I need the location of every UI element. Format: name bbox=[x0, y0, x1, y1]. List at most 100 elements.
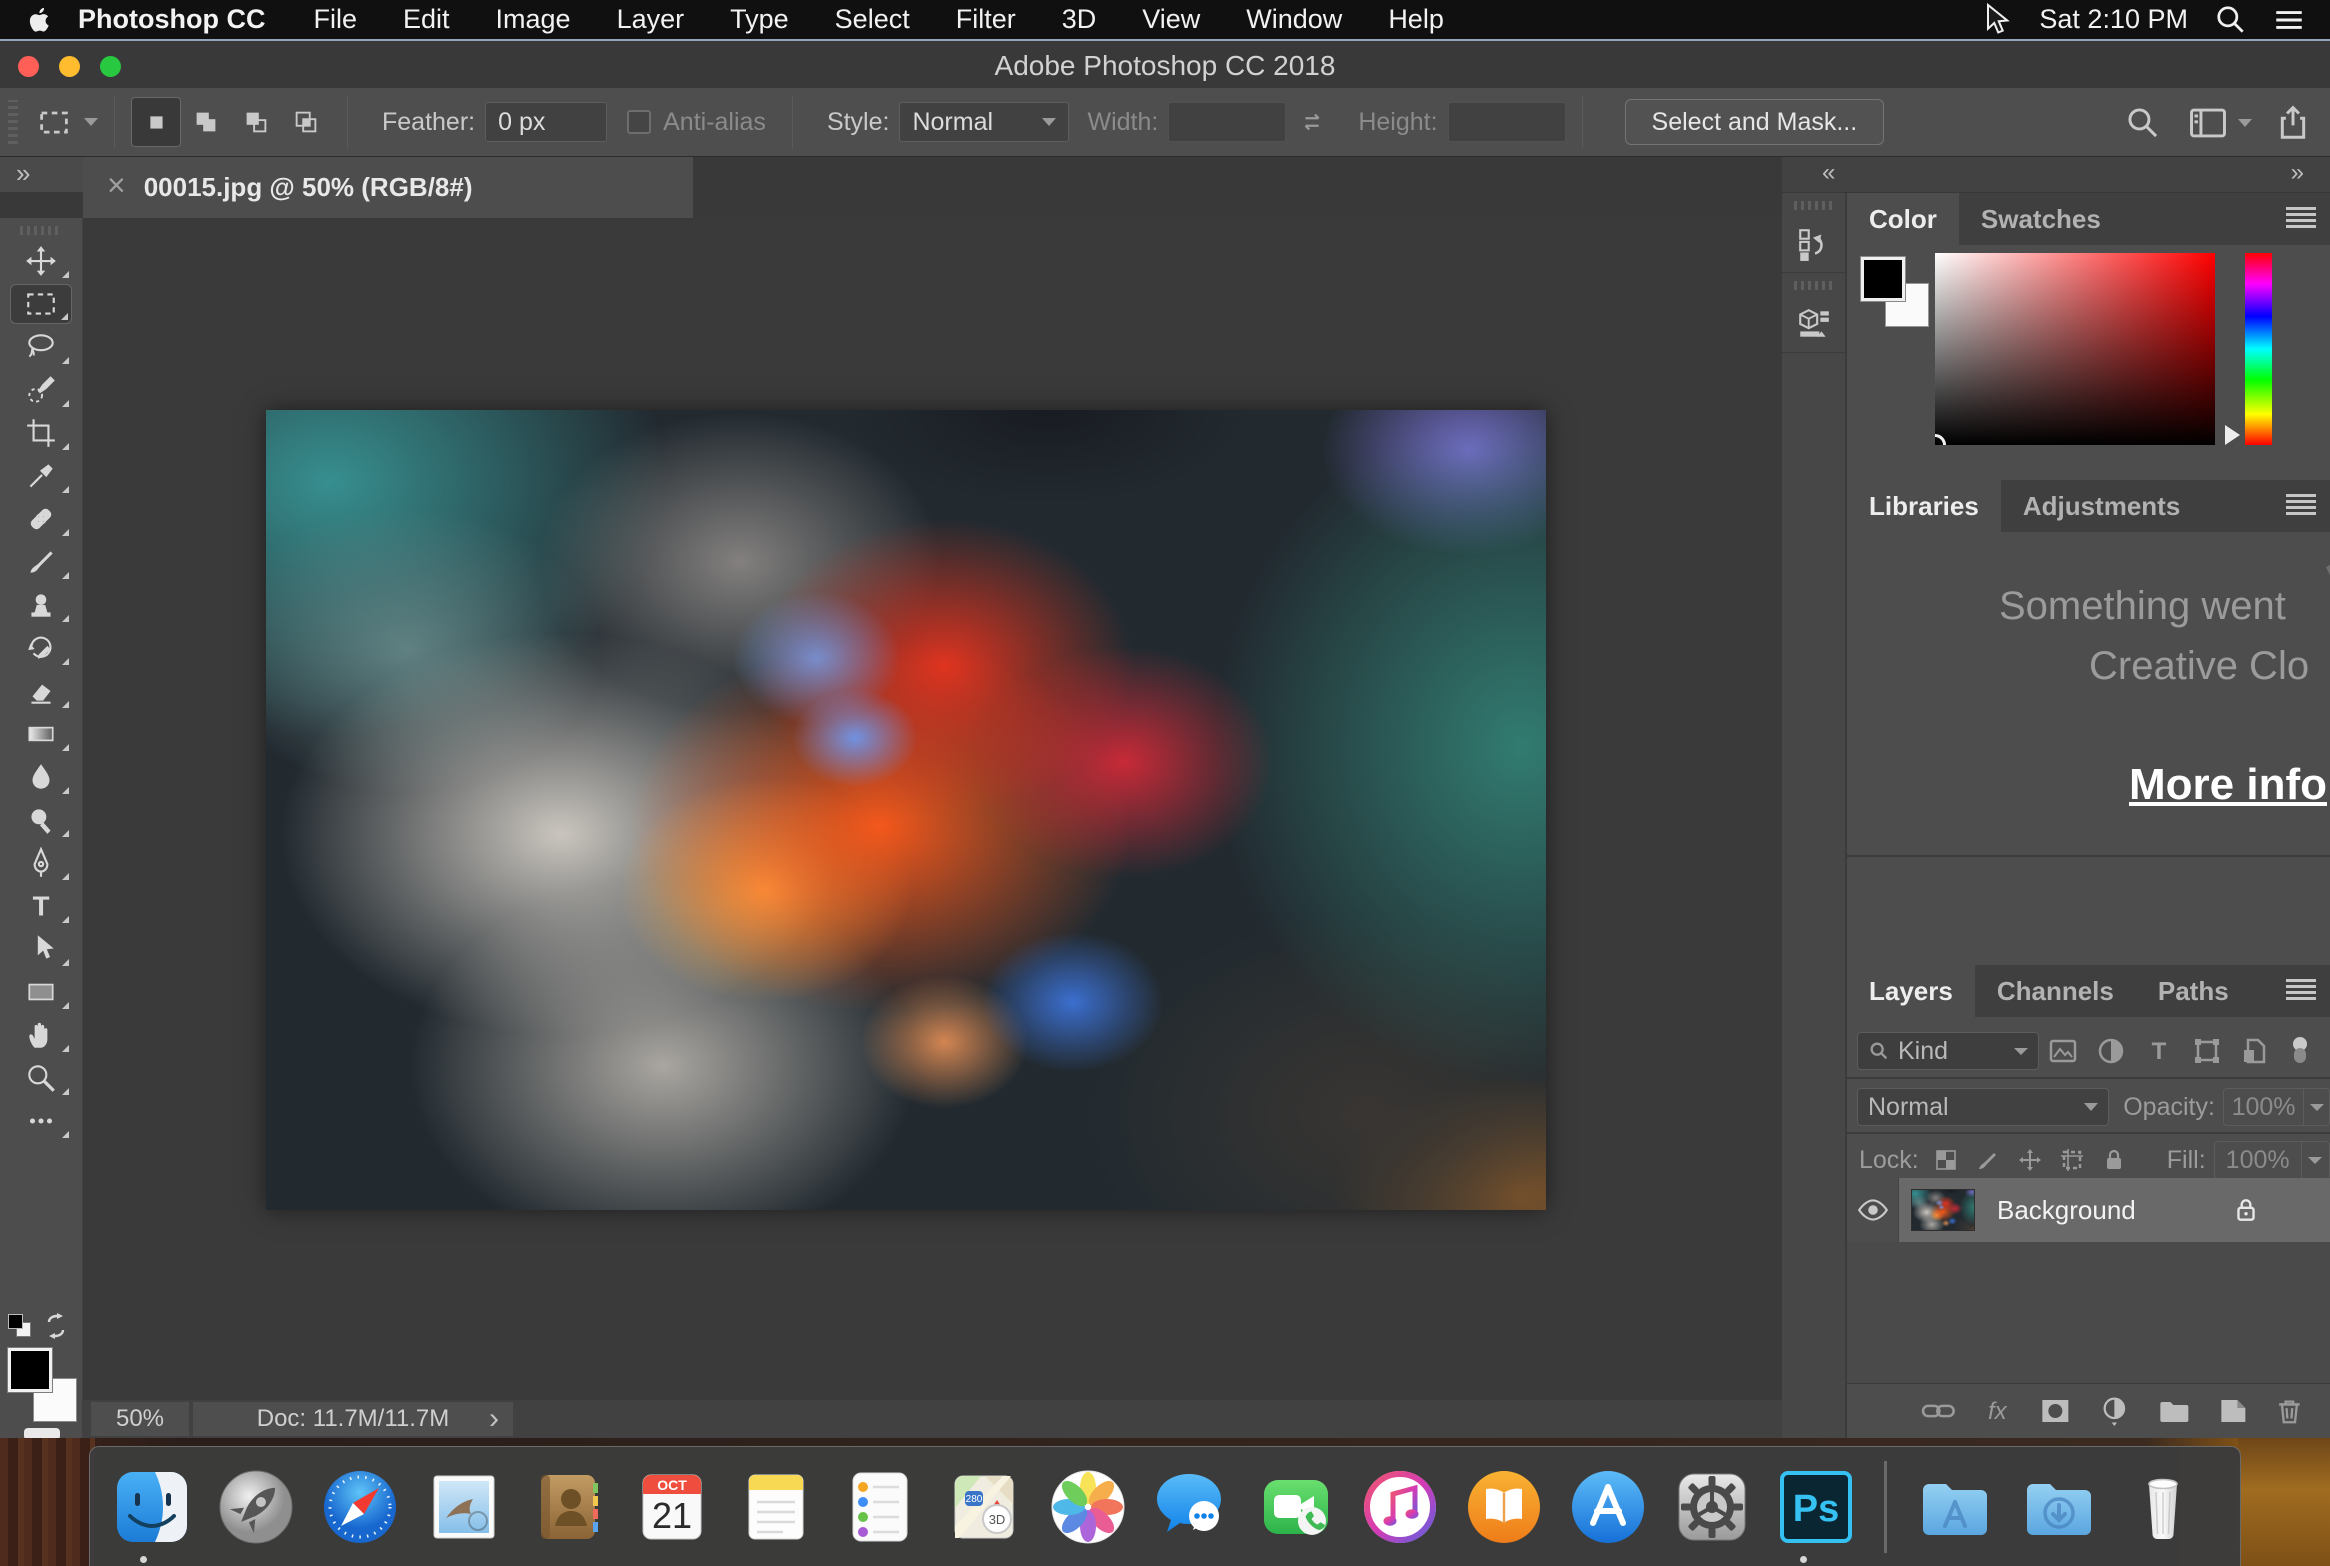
new-layer-icon[interactable] bbox=[2215, 1396, 2250, 1426]
menu-item-help[interactable]: Help bbox=[1365, 4, 1467, 35]
filter-smart-objects-icon[interactable] bbox=[2240, 1036, 2270, 1066]
edit-toolbar-button[interactable] bbox=[10, 1101, 72, 1141]
filter-pixel-layers-icon[interactable] bbox=[2048, 1036, 2078, 1066]
tab-libraries[interactable]: Libraries bbox=[1847, 480, 2001, 532]
spotlight-search-icon[interactable] bbox=[2214, 3, 2248, 37]
selection-mode-new-button[interactable] bbox=[131, 97, 181, 147]
dock-finder-icon[interactable] bbox=[109, 1464, 195, 1550]
swap-width-height-icon[interactable] bbox=[1298, 107, 1328, 137]
menu-item-3d[interactable]: 3D bbox=[1039, 4, 1120, 35]
dock-notes-icon[interactable] bbox=[733, 1464, 819, 1550]
lock-artboard-icon[interactable] bbox=[2059, 1147, 2085, 1173]
default-colors-widget[interactable] bbox=[6, 1312, 76, 1342]
dock-contacts-icon[interactable] bbox=[525, 1464, 611, 1550]
pen-tool[interactable] bbox=[10, 843, 72, 883]
selection-mode-subtract-button[interactable] bbox=[231, 97, 281, 147]
fill-value[interactable]: 100% bbox=[2213, 1141, 2302, 1179]
type-tool[interactable]: T bbox=[10, 886, 72, 926]
tab-channels[interactable]: Channels bbox=[1975, 965, 2136, 1017]
menu-item-view[interactable]: View bbox=[1119, 4, 1223, 35]
add-layer-mask-icon[interactable] bbox=[2038, 1396, 2073, 1426]
lasso-tool[interactable] bbox=[10, 327, 72, 367]
dock-launchpad-icon[interactable] bbox=[213, 1464, 299, 1550]
dock-books-icon[interactable] bbox=[1461, 1464, 1547, 1550]
layer-locked-icon[interactable] bbox=[2232, 1196, 2260, 1224]
new-adjustment-layer-icon[interactable] bbox=[2097, 1396, 2132, 1426]
dock-mail-icon[interactable] bbox=[421, 1464, 507, 1550]
libraries-panel-menu-icon[interactable] bbox=[2286, 494, 2316, 518]
color-panel-fg-bg[interactable] bbox=[1857, 255, 1947, 345]
tab-swatches[interactable]: Swatches bbox=[1959, 193, 2123, 245]
color-selector-ring[interactable] bbox=[1935, 434, 1946, 445]
lock-pixels-icon[interactable] bbox=[1975, 1147, 2001, 1173]
collapse-strip-button[interactable]: « bbox=[1822, 159, 1835, 187]
link-layers-icon[interactable] bbox=[1921, 1396, 1956, 1426]
doc-size-status[interactable]: Doc: 11.7M/11.7M › bbox=[193, 1402, 513, 1436]
dock-maps-icon[interactable]: 280 3D bbox=[941, 1464, 1027, 1550]
toolbar-expand-button[interactable]: » bbox=[0, 157, 83, 192]
dock-reminders-icon[interactable] bbox=[837, 1464, 923, 1550]
document-image[interactable] bbox=[266, 410, 1546, 1210]
tool-preset-picker[interactable] bbox=[36, 104, 98, 140]
lock-transparency-icon[interactable] bbox=[1933, 1147, 1959, 1173]
history-panel-button[interactable] bbox=[1782, 216, 1846, 272]
blend-mode-select[interactable]: Normal bbox=[1857, 1088, 2110, 1126]
toolbar-grip[interactable] bbox=[20, 226, 62, 235]
dock-system-preferences-icon[interactable] bbox=[1669, 1464, 1755, 1550]
lock-all-icon[interactable] bbox=[2101, 1147, 2127, 1173]
menu-item-filter[interactable]: Filter bbox=[933, 4, 1039, 35]
close-document-icon[interactable]: × bbox=[107, 167, 126, 204]
tab-color[interactable]: Color bbox=[1847, 193, 1959, 245]
options-grip[interactable] bbox=[8, 100, 18, 144]
dock-trash-icon[interactable] bbox=[2120, 1464, 2206, 1550]
menu-item-window[interactable]: Window bbox=[1223, 4, 1365, 35]
dock-facetime-icon[interactable] bbox=[1253, 1464, 1339, 1550]
menu-clock[interactable]: Sat 2:10 PM bbox=[2025, 4, 2202, 35]
hue-slider-icon[interactable] bbox=[2225, 425, 2240, 445]
menu-item-file[interactable]: File bbox=[290, 4, 380, 35]
dock-downloads-folder-icon[interactable] bbox=[2016, 1464, 2102, 1550]
layer-row-background[interactable]: Background bbox=[1847, 1178, 2330, 1242]
tab-paths[interactable]: Paths bbox=[2136, 965, 2251, 1017]
window-title-bar[interactable]: Adobe Photoshop CC 2018 bbox=[0, 39, 2330, 88]
dock-messages-icon[interactable] bbox=[1149, 1464, 1235, 1550]
clone-stamp-tool[interactable] bbox=[10, 585, 72, 625]
filter-toggle-icon[interactable] bbox=[2285, 1036, 2315, 1066]
rectangle-shape-tool[interactable] bbox=[10, 972, 72, 1012]
menu-item-select[interactable]: Select bbox=[812, 4, 933, 35]
path-selection-tool[interactable] bbox=[10, 929, 72, 969]
collapse-panels-button[interactable]: » bbox=[2291, 159, 2304, 187]
dock-photos-icon[interactable] bbox=[1045, 1464, 1131, 1550]
gradient-tool[interactable] bbox=[10, 714, 72, 754]
filter-type-layers-icon[interactable]: T bbox=[2144, 1036, 2174, 1066]
hue-ramp[interactable] bbox=[2245, 253, 2272, 445]
brush-tool[interactable] bbox=[10, 542, 72, 582]
quick-selection-tool[interactable] bbox=[10, 370, 72, 410]
zoom-tool[interactable] bbox=[10, 1058, 72, 1098]
new-group-icon[interactable] bbox=[2156, 1396, 2191, 1426]
eye-icon[interactable] bbox=[1856, 1193, 1890, 1227]
document-tab[interactable]: × 00015.jpg @ 50% (RGB/8#) bbox=[83, 157, 693, 218]
lock-position-icon[interactable] bbox=[2017, 1147, 2043, 1173]
3d-panel-button[interactable] bbox=[1782, 296, 1846, 352]
menu-item-image[interactable]: Image bbox=[473, 4, 594, 35]
opacity-value[interactable]: 100% bbox=[2222, 1088, 2305, 1126]
eraser-tool[interactable] bbox=[10, 671, 72, 711]
rectangular-marquee-tool[interactable] bbox=[10, 284, 72, 324]
strip-grip-2[interactable] bbox=[1793, 281, 1834, 290]
strip-grip[interactable] bbox=[1793, 201, 1834, 210]
workspace-icon[interactable] bbox=[2188, 105, 2228, 141]
fill-chevron-icon[interactable] bbox=[2301, 1141, 2330, 1179]
blur-tool[interactable] bbox=[10, 757, 72, 797]
filter-shape-layers-icon[interactable] bbox=[2192, 1036, 2222, 1066]
hand-tool[interactable] bbox=[10, 1015, 72, 1055]
share-icon[interactable] bbox=[2274, 104, 2312, 142]
dock-appstore-icon[interactable] bbox=[1565, 1464, 1651, 1550]
spot-healing-brush-tool[interactable] bbox=[10, 499, 72, 539]
fg-color-proxy[interactable] bbox=[1860, 256, 1906, 302]
layer-filter-kind-select[interactable]: Kind bbox=[1857, 1032, 2039, 1070]
workspace-chevron-icon[interactable] bbox=[2238, 118, 2252, 127]
opacity-chevron-icon[interactable] bbox=[2304, 1088, 2330, 1126]
saturation-brightness-field[interactable] bbox=[1935, 253, 2215, 445]
selection-mode-add-button[interactable] bbox=[181, 97, 231, 147]
